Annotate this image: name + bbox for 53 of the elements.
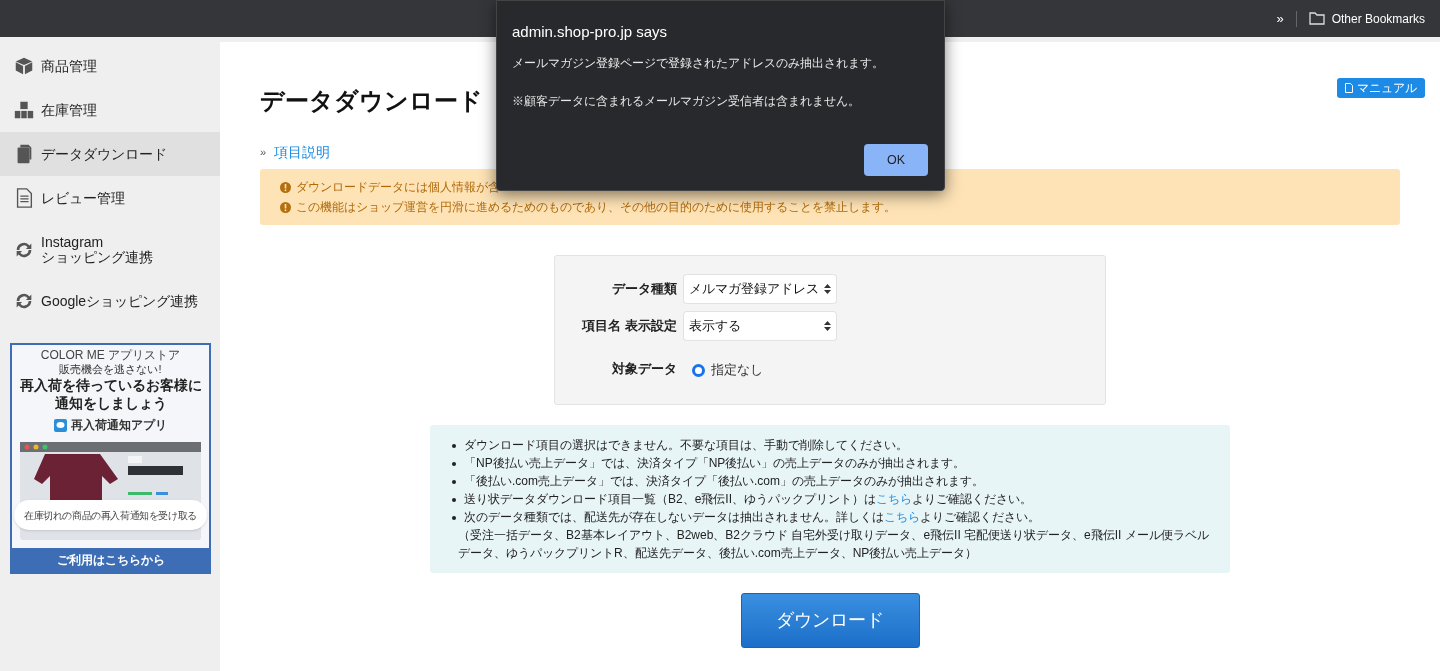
sidebar-item[interactable]: データダウンロード (0, 132, 220, 176)
overflow-chevron[interactable]: » (1276, 8, 1284, 29)
boxes-icon (13, 99, 35, 121)
note-text: 送り状データダウンロード項目一覧（B2、e飛伝II、ゆうパックプリント）はこちら よりご確認ください。 (464, 491, 1033, 508)
bullet-icon (452, 516, 456, 520)
brand-logo: COLOR ME アプリストア (40, 348, 181, 362)
banner-footer[interactable]: ご利用はこちらから (12, 548, 209, 572)
sidebar-item[interactable]: 在庫管理 (0, 88, 220, 132)
field-label: 対象データ (611, 359, 677, 378)
ad-banner[interactable]: COLOR ME アプリストア 販売機会を逃さない! 再入荷を待っているお客様に 通知をしましょう 再入荷通知アプリ 在庫切れの商品の再入荷通知を受け取る ご利用はこちらから (10, 343, 211, 574)
field-label: 項目名 表示設定 (581, 317, 677, 336)
bookmark-folder[interactable]: Other Bookmarks (1308, 9, 1425, 28)
help-link[interactable]: 項目説明 (274, 142, 331, 163)
dialog-title: admin.shop-pro.jp says (512, 22, 668, 42)
radio-option[interactable]: 指定なし (692, 361, 763, 380)
radio-button[interactable] (692, 363, 705, 377)
app-name: 再入荷通知アプリ (71, 417, 167, 434)
box-icon (13, 55, 35, 77)
warning-text: この機能はショップ運営を円滑に進めるためのものであり、その他の目的のために使用することを禁止します。 (296, 199, 896, 216)
select-field[interactable]: メルマガ登録アドレス (684, 275, 836, 303)
folder-icon (1308, 12, 1325, 25)
note-text: 「NP後払い売上データ」では、決済タイプ「NP後払い」の売上データのみが抽出されます。 (464, 455, 966, 472)
download-button[interactable]: ダウンロード (740, 593, 920, 648)
note-text: 「後払い.com売上データ」では、決済タイプ「後払い.com」の売上データのみが抽出されます。 (464, 473, 984, 490)
updown-icon (824, 284, 831, 294)
sidebar-item[interactable]: Googleショッピング連携 (0, 279, 220, 323)
dialog-message: メールマガジン登録ページで登録されたアドレスのみ抽出されます。 (512, 54, 884, 72)
chat-bubble-icon (54, 418, 67, 432)
link-marker: » (260, 145, 267, 161)
field-label: データ種類 (611, 280, 677, 299)
sidebar-item[interactable]: レビュー管理 (0, 176, 220, 220)
bullet-icon (452, 444, 456, 448)
sidebar-item[interactable]: Instagram ショッピング連携 (0, 220, 220, 279)
exclamation-icon (280, 201, 291, 213)
note-detail: （受注一括データ、B2基本レイアウト、B2web、B2クラウド 自宅外受け取りデータ、e飛伝II 宅配便送り状データ、e飛伝II メール便ラベルデータ、ゆうパックプリントR、配送先データ、後払い.com売上データ、NP後払い売上データ） (458, 527, 1210, 562)
note-text: 次のデータ種類では、配送先が存在しないデータは抽出されません。詳しくはこちら よりご確認ください。 (464, 509, 1041, 526)
banner-tagline: 販売機会を逃さない! (59, 362, 162, 376)
document-icon (1345, 83, 1353, 93)
manual-button[interactable]: マニュアル (1337, 78, 1425, 98)
exclamation-icon (280, 181, 291, 193)
bullet-icon (452, 462, 456, 466)
updown-icon (824, 321, 831, 331)
notify-pill: 在庫切れの商品の再入荷通知を受け取る (14, 500, 207, 530)
select-field[interactable]: 表示する (684, 312, 836, 340)
note-text: ダウンロード項目の選択はできません。不要な項目は、手動で削除してください。 (464, 437, 908, 454)
bullet-icon (452, 480, 456, 484)
ok-button[interactable]: OK (864, 144, 928, 176)
banner-headline: 通知をしましょう (54, 394, 167, 412)
page-title: データダウンロード (260, 86, 483, 116)
bullet-icon (452, 498, 456, 502)
dialog-message: ※顧客データに含まれるメールマガジン受信者は含まれません。 (512, 92, 860, 110)
sidebar-item[interactable]: 商品管理 (0, 44, 220, 88)
banner-headline: 再入荷を待っているお客様に (19, 376, 202, 394)
